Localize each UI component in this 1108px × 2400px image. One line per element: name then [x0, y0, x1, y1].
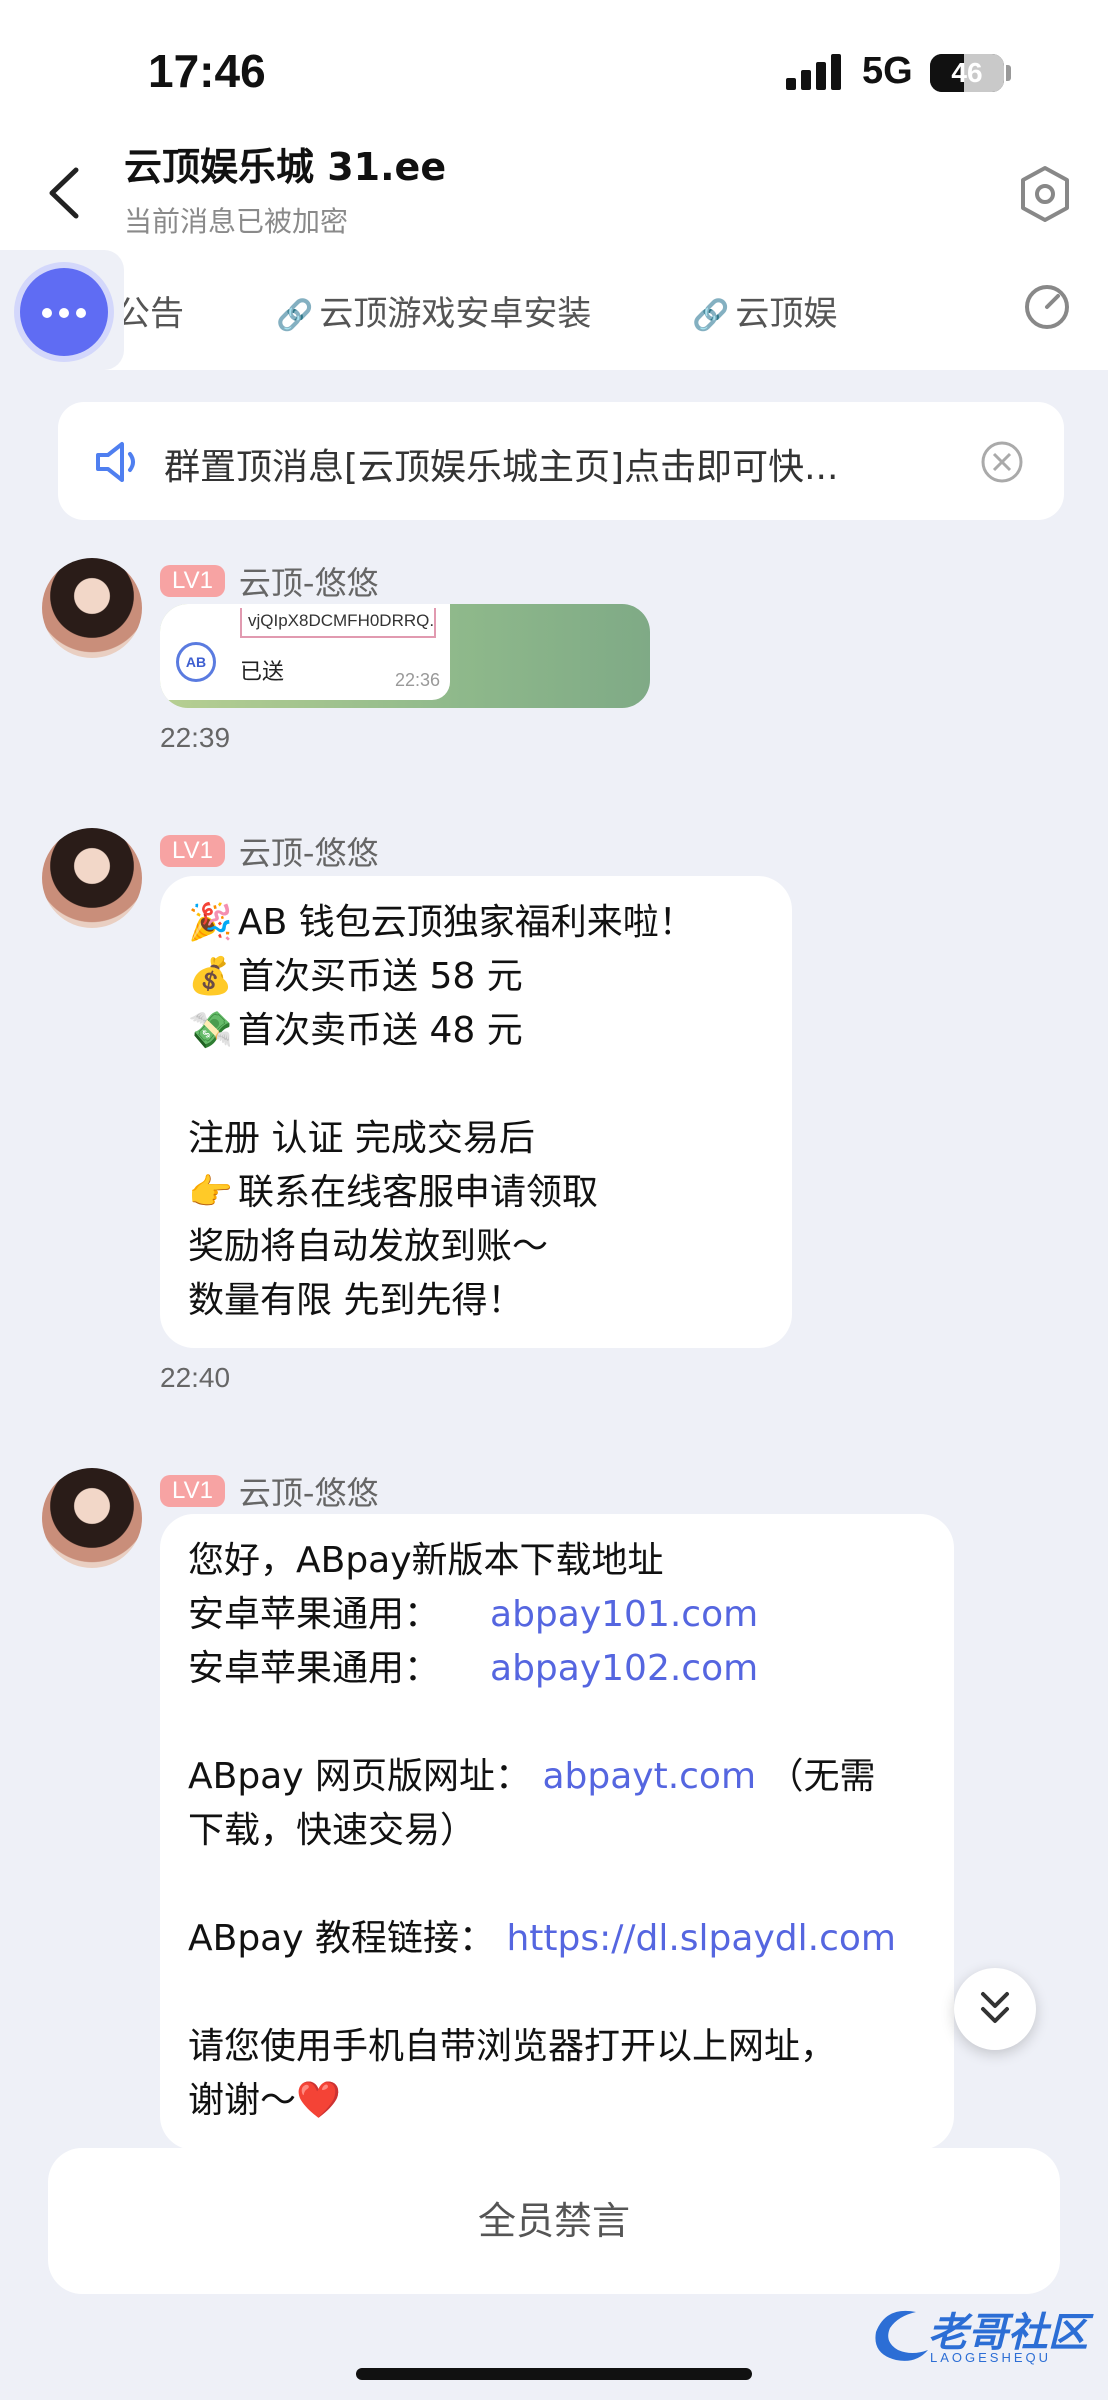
pinned-message[interactable]: 群置顶消息[云顶娱乐城主页]点击即可快...	[58, 402, 1064, 520]
tab-announcement[interactable]: 公告	[116, 286, 184, 335]
sender-row: LV1 云顶-悠悠	[160, 1468, 378, 1512]
more-button[interactable]	[20, 268, 108, 356]
tab-label: 公告	[116, 294, 184, 334]
group-title[interactable]: 云顶娱乐城 31.ee	[124, 136, 446, 191]
heart-icon: ❤️	[296, 2080, 341, 2121]
message-line: 请您使用手机自带浏览器打开以上网址，	[188, 2026, 837, 2067]
more-wrap	[0, 250, 124, 370]
image-status: 已送	[240, 660, 285, 685]
ab-logo-icon: AB	[176, 642, 216, 682]
message-line: ABpay 教程链接： https://dl.slpaydl.com	[188, 1918, 896, 1959]
image-message[interactable]: AB vjQIpX8DCMFH0DRRQ... 已送 22:36	[160, 604, 650, 708]
text-message[interactable]: 🎉 AB 钱包云顶独家福利来啦！ 💰 首次买币送 58 元 💸 首次卖币送 48 元 …	[160, 876, 792, 1348]
signal-icon	[786, 54, 842, 90]
watermark-sub: LAOGESHEQU	[930, 2350, 1052, 2365]
sender-row: LV1 云顶-悠悠	[160, 558, 378, 602]
money-wings-icon: 💸	[188, 1010, 233, 1051]
status-bar: 17:46 5G 46	[0, 0, 1108, 130]
download-link-2[interactable]: abpay102.com	[490, 1648, 758, 1689]
message-line: 谢谢～❤️	[188, 2080, 341, 2121]
sender-row: LV1 云顶-悠悠	[160, 828, 378, 872]
sender-name[interactable]: 云顶-悠悠	[239, 1468, 379, 1514]
download-link-1[interactable]: abpay101.com	[490, 1594, 758, 1635]
pinned-text: 群置顶消息[云顶娱乐城主页]点击即可快...	[164, 447, 839, 488]
encryption-notice: 当前消息已被加密	[124, 205, 349, 238]
hexagon-settings-icon	[1021, 166, 1069, 222]
status-time: 17:46	[148, 45, 266, 97]
group-tabs: 公告 🔗 云顶游戏安卓安装 🔗 云顶娱	[0, 250, 1108, 370]
tab-android-install[interactable]: 🔗 云顶游戏安卓安装	[276, 286, 591, 335]
sender-name[interactable]: 云顶-悠悠	[239, 558, 379, 604]
message-line: 注册 认证 完成交易后	[188, 1118, 535, 1159]
chat-header: 云顶娱乐城 31.ee 当前消息已被加密	[0, 130, 1108, 250]
scroll-to-bottom-button[interactable]	[954, 1968, 1036, 2050]
message-line: 您好，ABpay新版本下载地址	[188, 1540, 664, 1581]
text-message[interactable]: 您好，ABpay新版本下载地址 安卓苹果通用： abpay101.com 安卓苹果…	[160, 1514, 954, 2150]
message-line: 数量有限 先到先得！	[188, 1280, 524, 1321]
tab-label: 云顶娱	[735, 294, 838, 334]
avatar[interactable]	[42, 1468, 142, 1568]
message-line: 🎉 AB 钱包云顶独家福利来啦！	[188, 896, 764, 950]
image-time: 22:36	[394, 670, 440, 690]
image-reference: vjQIpX8DCMFH0DRRQ...	[240, 608, 436, 638]
message-line: 安卓苹果通用： abpay102.com	[188, 1648, 759, 1689]
battery-level: 46	[951, 57, 983, 88]
message-line: 下载，快速交易）	[188, 1810, 477, 1851]
link-icon: 🔗	[276, 298, 314, 333]
chevron-left-icon	[49, 167, 79, 219]
watermark-logo: 老哥社区 LAOGESHEQU	[866, 2300, 1094, 2370]
level-badge: LV1	[160, 565, 225, 597]
avatar[interactable]	[42, 558, 142, 658]
message-time: 22:40	[160, 1362, 231, 1393]
sender-name[interactable]: 云顶-悠悠	[239, 828, 379, 874]
speed-button[interactable]	[1022, 282, 1072, 332]
message-time: 22:39	[160, 722, 231, 753]
web-link[interactable]: abpayt.com	[542, 1756, 756, 1797]
network-type: 5G	[862, 50, 913, 92]
level-badge: LV1	[160, 1475, 225, 1507]
party-popper-icon: 🎉	[188, 902, 233, 943]
level-badge: LV1	[160, 835, 225, 867]
speaker-icon	[96, 442, 135, 482]
pointing-hand-icon: 👉	[188, 1172, 233, 1213]
tab-fade	[888, 250, 968, 370]
close-icon[interactable]	[980, 440, 1024, 484]
message-line: 💸 首次卖币送 48 元	[188, 1004, 764, 1058]
receipt-image: AB vjQIpX8DCMFH0DRRQ... 已送 22:36	[160, 604, 450, 700]
message-line: ABpay 网页版网址： abpayt.com （无需	[188, 1756, 876, 1797]
back-button[interactable]	[40, 158, 96, 228]
message-line: 👉 联系在线客服申请领取	[188, 1166, 764, 1220]
tab-yunding[interactable]: 🔗 云顶娱	[692, 286, 837, 335]
battery-cap	[1006, 65, 1011, 81]
avatar[interactable]	[42, 828, 142, 928]
tab-label: 云顶游戏安卓安装	[319, 294, 592, 334]
message-line: 💰 首次买币送 58 元	[188, 950, 764, 1004]
home-indicator[interactable]	[356, 2368, 752, 2380]
double-chevron-down-icon	[981, 1992, 1009, 2023]
battery-icon: 46	[930, 54, 1004, 92]
tutorial-link[interactable]: https://dl.slpaydl.com	[506, 1918, 896, 1959]
dragon-icon	[875, 2310, 928, 2361]
link-icon: 🔗	[692, 298, 730, 333]
money-bag-icon: 💰	[188, 956, 233, 997]
settings-button[interactable]	[1018, 164, 1072, 224]
message-line: 奖励将自动发放到账～	[188, 1226, 549, 1267]
gauge-icon	[1025, 285, 1069, 329]
all-muted-bar: 全员禁言	[48, 2148, 1060, 2294]
message-line: 安卓苹果通用： abpay101.com	[188, 1594, 759, 1635]
